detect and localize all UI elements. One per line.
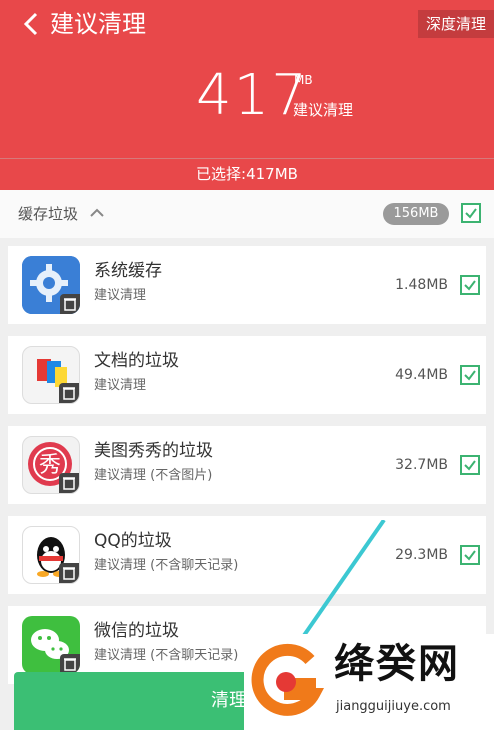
watermark-logo-icon [251,643,325,716]
trash-icon [60,294,80,314]
meitu-icon: 秀 [22,436,80,494]
total-size-value: 417 [196,63,309,128]
item-name: 微信的垃圾 [94,621,179,641]
back-arrow-icon[interactable] [18,10,46,38]
item-name: 系统缓存 [94,261,162,281]
wechat-icon [22,616,80,674]
selected-summary: 已选择:417MB [196,165,298,183]
watermark: 绛癸网 jiangguijiuye.com [244,634,494,730]
item-subtitle: 建议清理 [94,378,147,393]
item-name: 美图秀秀的垃圾 [94,441,213,461]
check-icon [465,208,477,219]
cache-group-label: 缓存垃圾 [18,205,79,223]
item-name: 文档的垃圾 [94,351,179,371]
item-name: QQ的垃圾 [94,531,172,551]
list-item[interactable]: 文档的垃圾 建议清理 49.4MB [8,336,486,414]
header: 建议清理 深度清理 417 MB 建议清理 已选择:417MB [0,0,494,190]
trash-icon [59,563,79,583]
qq-icon [22,526,80,584]
check-icon [464,280,476,291]
total-size-unit: MB [294,73,313,87]
page-title: 建议清理 [50,10,146,38]
item-checkbox[interactable] [460,545,480,565]
check-icon [464,550,476,561]
check-icon [464,460,476,471]
gear-icon [22,256,80,314]
total-size-label: 建议清理 [293,101,354,119]
list-item[interactable]: 秀 美图秀秀的垃圾 建议清理 (不含图片) 32.7MB [8,426,486,504]
item-subtitle: 建议清理 (不含聊天记录) [94,648,239,663]
trash-icon [59,383,79,403]
docs-icon [22,346,80,404]
item-size: 49.4MB [395,367,448,383]
watermark-url: jiangguijiuye.com [336,699,451,714]
list-item[interactable]: 系统缓存 建议清理 1.48MB [8,246,486,324]
item-checkbox[interactable] [460,455,480,475]
trash-icon [59,473,79,493]
item-size: 32.7MB [395,457,448,473]
check-icon [464,370,476,381]
item-checkbox[interactable] [460,365,480,385]
cache-group-checkbox[interactable] [461,203,481,223]
header-divider [0,158,494,159]
item-subtitle: 建议清理 [94,288,147,303]
item-size: 1.48MB [395,277,448,293]
cache-size-badge: 156MB [383,203,449,225]
trash-icon [60,654,80,674]
svg-text:秀: 秀 [39,453,61,478]
chevron-up-icon[interactable] [88,204,106,222]
deep-clean-button[interactable]: 深度清理 [417,10,494,38]
item-subtitle: 建议清理 (不含聊天记录) [94,558,239,573]
item-checkbox[interactable] [460,275,480,295]
item-subtitle: 建议清理 (不含图片) [94,468,213,483]
watermark-name: 绛癸网 [334,641,460,687]
